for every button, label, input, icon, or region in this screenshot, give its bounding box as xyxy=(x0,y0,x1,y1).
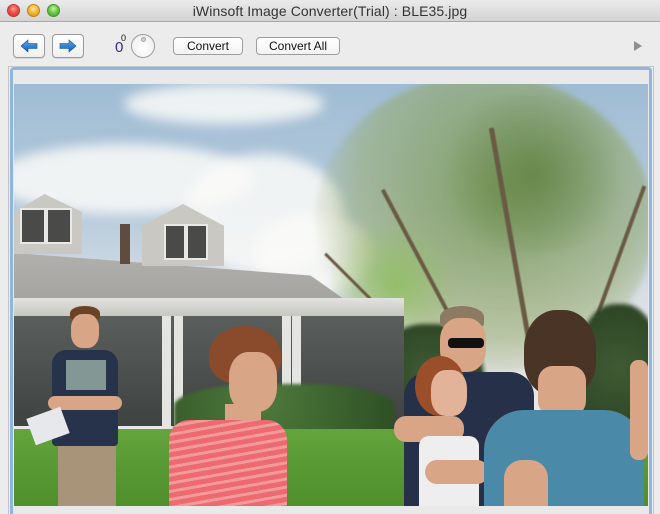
toolbar: 0 0 Convert Convert All xyxy=(0,23,660,66)
next-image-button[interactable] xyxy=(52,34,84,58)
photo-chimney xyxy=(120,224,130,264)
photo-window xyxy=(46,208,72,244)
arrow-right-icon xyxy=(59,39,77,53)
convert-button[interactable]: Convert xyxy=(173,37,243,55)
convert-all-button[interactable]: Convert All xyxy=(256,37,340,55)
photo-window xyxy=(164,224,186,260)
rotation-degree-label: 0 xyxy=(121,33,127,43)
window-title: iWinsoft Image Converter(Trial) : BLE35.… xyxy=(192,3,468,19)
app-window: iWinsoft Image Converter(Trial) : BLE35.… xyxy=(0,0,660,514)
image-preview[interactable] xyxy=(14,84,648,506)
play-triangle-icon[interactable] xyxy=(634,41,642,51)
photo-person-man-back xyxy=(484,310,648,506)
photo-window xyxy=(20,208,46,244)
arrow-left-icon xyxy=(20,39,38,53)
title-bar: iWinsoft Image Converter(Trial) : BLE35.… xyxy=(0,0,660,22)
previous-image-button[interactable] xyxy=(13,34,45,58)
rotation-knob[interactable] xyxy=(131,34,155,58)
photo-tree-canopy xyxy=(434,94,634,254)
photo-raised-hand xyxy=(630,360,648,460)
photo-cloud xyxy=(124,84,324,124)
photo-window xyxy=(186,224,208,260)
photo-person-woman-center xyxy=(169,324,299,506)
photo-person-man-left xyxy=(26,306,126,506)
rotation-knob-indicator-icon xyxy=(141,37,146,42)
